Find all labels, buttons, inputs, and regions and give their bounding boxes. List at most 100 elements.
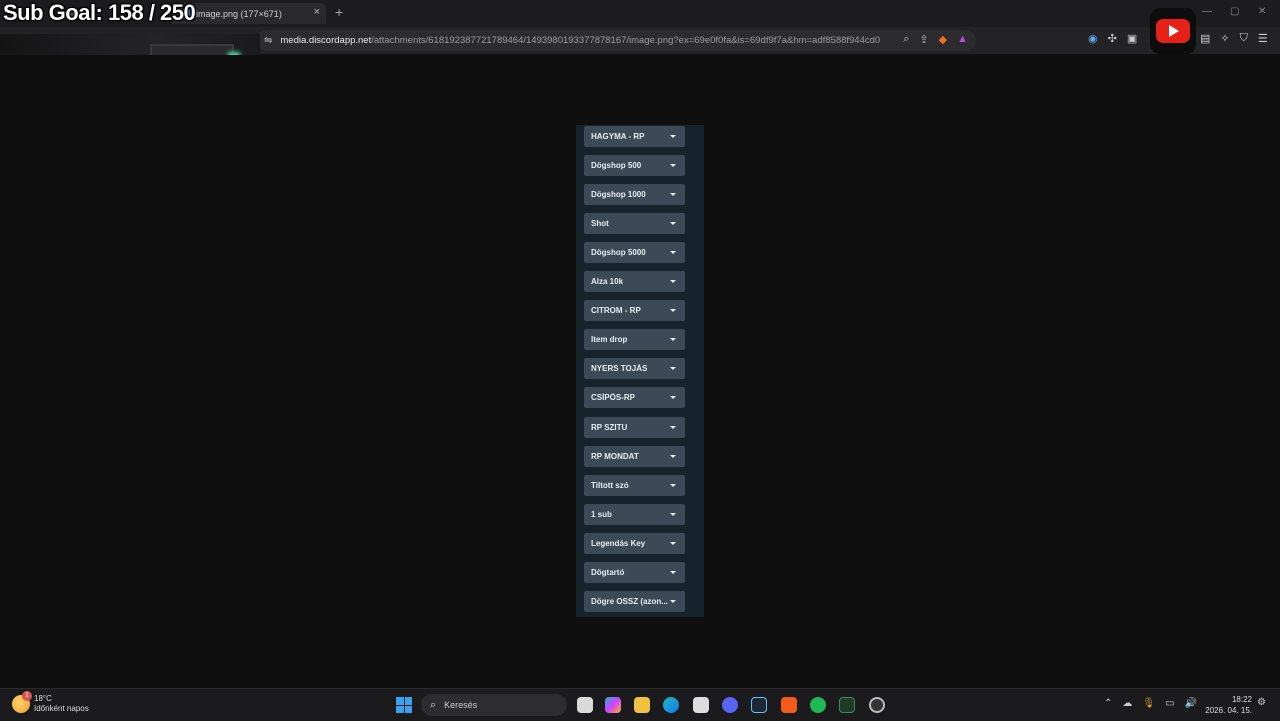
task-view-icon[interactable] — [577, 697, 593, 713]
share-icon[interactable]: ⇪ — [919, 33, 928, 46]
dropdown-label: Dögshop 5000 — [591, 248, 646, 258]
minimize-icon[interactable]: — — [1202, 6, 1212, 17]
dropdown-item[interactable]: Dögre OSSZ (azon... — [584, 590, 685, 612]
dropdown-label: CSÍPŐS-RP — [591, 393, 636, 403]
dropdown-label: Shot — [591, 219, 609, 229]
steam-icon[interactable] — [751, 697, 767, 713]
dropdown-label: Dögshop 500 — [591, 161, 642, 171]
leo-ai-icon[interactable]: ✧ — [1220, 32, 1229, 45]
weather-badge: 1 — [22, 691, 32, 701]
window-close-icon[interactable]: ✕ — [1258, 6, 1266, 17]
start-icon[interactable] — [396, 697, 412, 713]
vpn-icon[interactable]: ⛉ — [1240, 32, 1248, 45]
dropdown-item[interactable]: Dögshop 500 — [584, 155, 685, 177]
new-tab-button[interactable]: + — [335, 4, 343, 20]
caret-down-icon — [670, 599, 676, 603]
brave-rewards-icon[interactable]: ▲ — [957, 33, 968, 46]
file-explorer-icon[interactable] — [634, 697, 650, 713]
weather-desc: Időnként napos — [34, 704, 89, 713]
taskbar: 1 18°C Időnként napos ⌕ Keresés ⌃ ☁ 🎙 ▭ … — [0, 688, 1280, 721]
volume-icon[interactable]: 🔊 — [1185, 698, 1197, 709]
sidebar-icon[interactable]: ▣ — [1127, 32, 1137, 45]
weather-widget[interactable]: 1 18°C Időnként napos — [12, 691, 89, 714]
caret-down-icon — [670, 367, 676, 371]
caret-down-icon — [670, 541, 676, 545]
notification-icon[interactable]: ⚙ — [1257, 697, 1266, 708]
toolbar-icons-right: ▤ ✧ ⛉ ☰ — [1200, 32, 1268, 45]
dropdown-label: Alza 10k — [591, 277, 624, 287]
clock[interactable]: 18:22 2026. 04. 15. — [1204, 694, 1252, 716]
weather-icon: 1 — [12, 691, 32, 713]
dropdown-label: RP SZITU — [591, 422, 628, 432]
dropdown-item[interactable]: CSÍPŐS-RP — [584, 387, 685, 409]
copilot-icon[interactable] — [605, 697, 621, 713]
spotify-icon[interactable] — [810, 697, 826, 713]
caret-down-icon — [670, 570, 676, 574]
caret-down-icon — [670, 483, 676, 487]
dropdown-label: Dögtartó — [591, 567, 625, 577]
caret-down-icon — [670, 425, 676, 429]
search-label: Keresés — [444, 700, 478, 710]
dropdown-label: Legendás Key — [591, 538, 646, 548]
audio-icon[interactable]: ◉ — [1088, 32, 1098, 45]
dropdown-label: 1 sub — [591, 509, 612, 519]
youtube-badge — [1150, 8, 1196, 54]
caret-down-icon — [670, 396, 676, 400]
dropdown-item[interactable]: Dögshop 5000 — [584, 242, 685, 264]
dropdown-item[interactable]: Alza 10k — [584, 271, 685, 293]
dropdown-item[interactable]: RP MONDAT — [584, 445, 685, 467]
dropdown-label: HAGYMA - RP — [591, 132, 645, 141]
dropdown-item[interactable]: Legendás Key — [584, 532, 685, 554]
dropdown-label: Dögshop 1000 — [591, 190, 646, 200]
site-info-icon[interactable]: ⇋ — [264, 35, 272, 46]
menu-icon[interactable]: ☰ — [1258, 32, 1268, 45]
dropdown-item[interactable]: Dögtartó — [584, 561, 685, 583]
tab-title: image.png (177×671) — [196, 8, 282, 19]
onedrive-icon[interactable]: ☁ — [1122, 698, 1132, 709]
brave-icon[interactable] — [781, 697, 797, 713]
youtube-icon — [1156, 19, 1190, 43]
weather-temp: 18°C — [34, 694, 52, 703]
clock-date: 2026. 04. 15. — [1205, 706, 1252, 715]
dropdown-label: Dögre OSSZ (azon... — [591, 596, 668, 606]
discord-icon[interactable] — [722, 697, 738, 713]
dropdown-item[interactable]: HAGYMA - RP — [584, 126, 685, 147]
caret-down-icon — [670, 280, 676, 284]
address-bar[interactable]: ⇋ media.discordapp.net/attachments/61819… — [256, 30, 976, 51]
excel-icon[interactable] — [839, 697, 855, 713]
search-icon: ⌕ — [430, 698, 437, 711]
dropdown-item[interactable]: Item drop — [584, 329, 685, 351]
zoom-icon[interactable]: ⌕ — [903, 33, 909, 46]
chevron-up-icon[interactable]: ⌃ — [1104, 698, 1112, 709]
taskbar-search[interactable]: ⌕ Keresés — [421, 694, 567, 716]
url-host: media.discordapp.net — [280, 35, 372, 46]
store-icon[interactable] — [693, 697, 709, 713]
maximize-icon[interactable]: ▢ — [1230, 6, 1239, 17]
url-path: /attachments/618192387721789464/14939801… — [371, 35, 881, 46]
dropdown-item[interactable]: CITROM - RP — [584, 300, 685, 322]
dropdown-label: NYERS TOJÁS — [591, 364, 648, 374]
caret-down-icon — [670, 193, 676, 197]
close-tab-icon[interactable]: × — [314, 6, 320, 18]
extensions-icon[interactable]: ✣ — [1108, 32, 1117, 45]
caret-down-icon — [670, 251, 676, 255]
dropdown-item[interactable]: Tiltott szó — [584, 474, 685, 496]
clock-time: 18:22 — [1231, 695, 1252, 704]
obs-icon[interactable] — [869, 697, 885, 713]
caret-down-icon — [670, 338, 676, 342]
display-icon[interactable]: ▭ — [1165, 698, 1174, 709]
dropdown-item[interactable]: Dögshop 1000 — [584, 184, 685, 206]
brave-shield-icon[interactable]: ◆ — [939, 33, 947, 46]
dropdown-item[interactable]: 1 sub — [584, 503, 685, 525]
image-content-panel: HAGYMA - RP Dögshop 500 Dögshop 1000 Shot Dö… — [576, 125, 704, 617]
dropdown-item[interactable]: NYERS TOJÁS — [584, 358, 685, 380]
caret-down-icon — [670, 222, 676, 226]
microphone-tray-icon[interactable]: 🎙 — [1142, 698, 1155, 709]
dropdown-item[interactable]: RP SZITU — [584, 416, 685, 438]
edge-icon[interactable] — [663, 697, 679, 713]
wallet-icon[interactable]: ▤ — [1200, 32, 1210, 45]
dropdown-item[interactable]: Shot — [584, 213, 685, 235]
url-text[interactable]: media.discordapp.net/attachments/6181923… — [280, 35, 880, 46]
caret-down-icon — [670, 454, 676, 458]
caret-down-icon — [670, 164, 676, 168]
